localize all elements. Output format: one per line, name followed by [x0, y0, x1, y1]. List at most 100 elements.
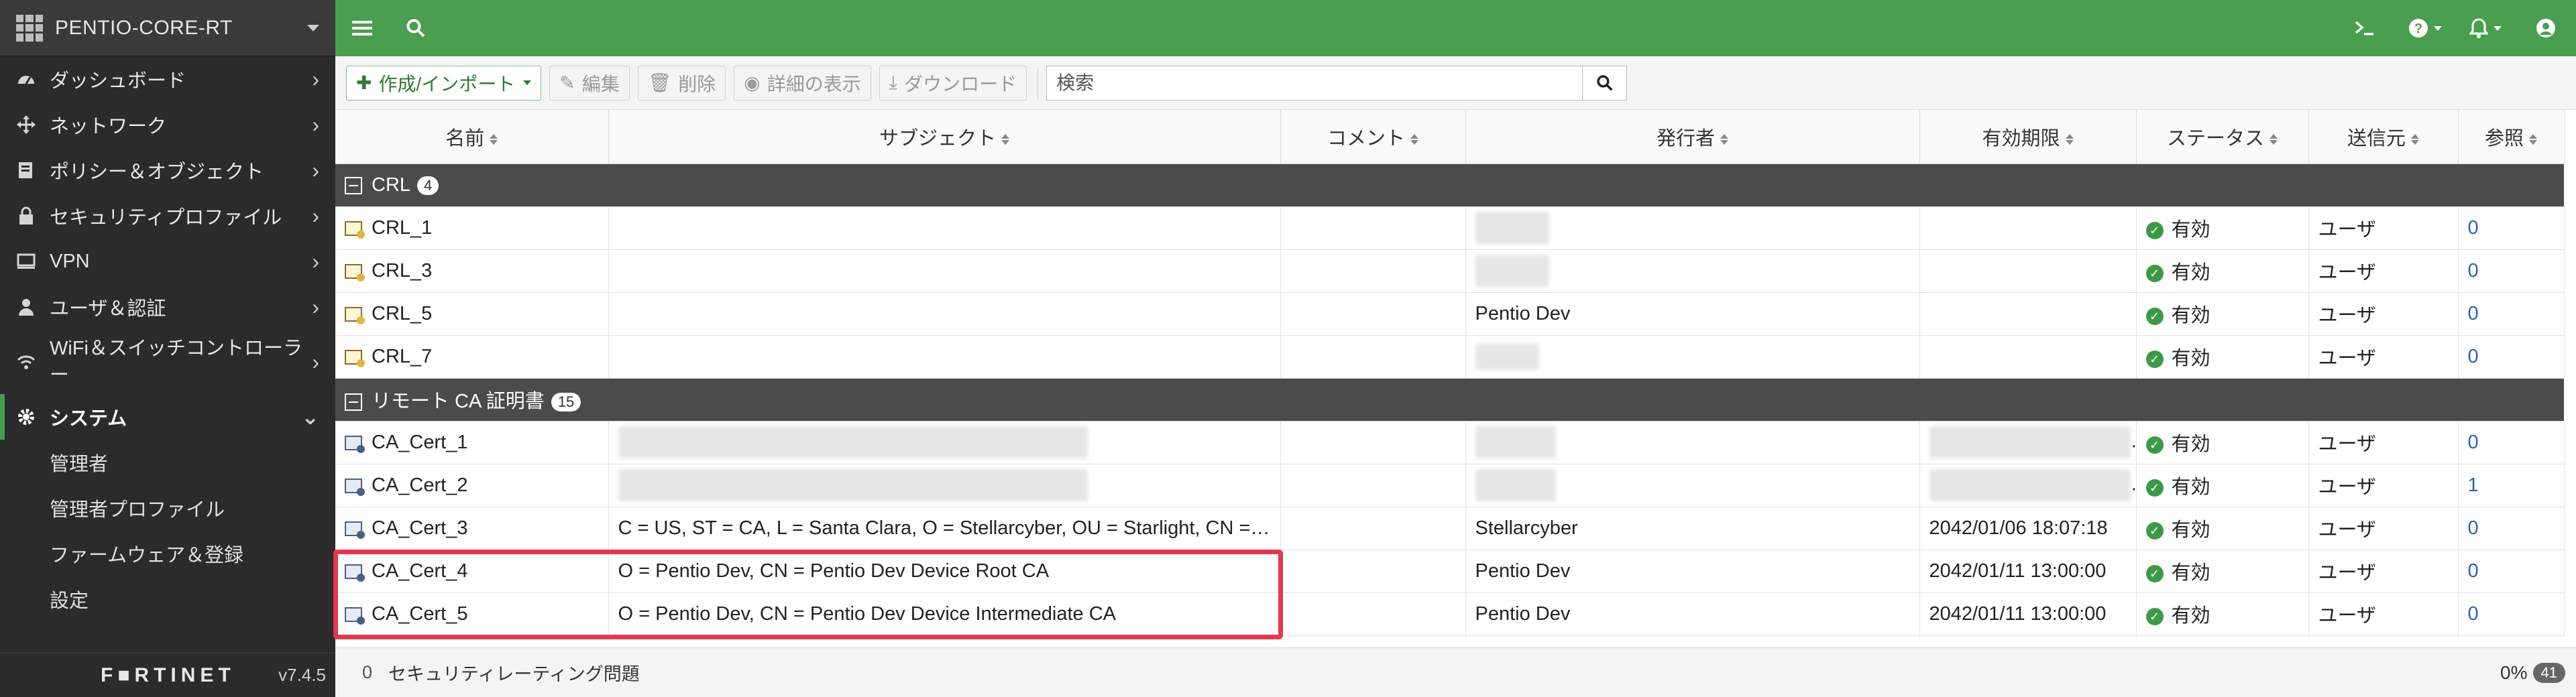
cell-references[interactable]: 0: [2458, 592, 2565, 636]
sidebar-subitem-firmware[interactable]: ファームウェア＆登録: [0, 531, 335, 576]
status-footer: 0 セキュリティレーティング問題 0% 41: [335, 647, 2576, 697]
network-icon: [15, 115, 38, 135]
search-input[interactable]: [1046, 65, 1583, 101]
edit-button[interactable]: ✎ 編集: [549, 65, 630, 101]
cell-expiry: [1919, 249, 2137, 293]
cell-references[interactable]: 0: [2458, 335, 2565, 379]
cell-issuer: [1465, 249, 1920, 293]
help-menu-button[interactable]: ?: [2395, 0, 2455, 56]
cell-name: CA_Cert_1: [335, 421, 609, 464]
sort-icon: [2270, 134, 2278, 145]
column-header-status[interactable]: ステータス: [2136, 110, 2309, 164]
table-row[interactable]: CRL_5 Pentio Dev ✓ 有効 ユーザ 0: [335, 292, 2565, 336]
device-selector[interactable]: PENTIO-CORE-RT: [0, 0, 335, 56]
delete-button[interactable]: 🗑 削除: [637, 65, 726, 101]
cell-references[interactable]: 0: [2458, 550, 2565, 593]
reference-count-link[interactable]: 0: [2468, 260, 2479, 281]
firmware-version: v7.4.5: [278, 665, 326, 685]
table-row[interactable]: CA_Cert_5 O = Pentio Dev, CN = Pentio De…: [335, 592, 2565, 636]
security-rating-issues-link[interactable]: セキュリティレーティング問題: [388, 659, 640, 686]
sidebar-item-dashboard[interactable]: ダッシュボード ›: [0, 56, 335, 102]
sidebar-item-policy-objects[interactable]: ポリシー＆オブジェクト ›: [0, 147, 335, 193]
cell-references[interactable]: 0: [2458, 206, 2565, 250]
table-row[interactable]: CA_Cert_2 ✓ 有効 ユーザ 1: [335, 464, 2565, 507]
sidebar-item-security-profiles[interactable]: セキュリティプロファイル ›: [0, 193, 335, 239]
column-header-references[interactable]: 参照: [2458, 110, 2565, 164]
search-button[interactable]: [1583, 65, 1628, 101]
cell-comment: [1280, 507, 1466, 550]
status-text: 有効: [2171, 562, 2210, 584]
create-import-button[interactable]: ✚ 作成/インポート: [346, 65, 542, 101]
column-header-label: コメント: [1327, 127, 1405, 149]
show-details-button[interactable]: ◉ 詳細の表示: [734, 65, 871, 101]
sidebar-item-user-auth[interactable]: ユーザ＆認証 ›: [0, 284, 335, 330]
reference-count-link[interactable]: 1: [2468, 474, 2479, 496]
chevron-right-icon: ›: [312, 66, 319, 91]
group-header-crl[interactable]: CRL 4: [335, 164, 2564, 207]
table-row[interactable]: CRL_3 ✓ 有効 ユーザ 0: [335, 249, 2565, 293]
column-header-issuer[interactable]: 発行者: [1465, 110, 1920, 164]
table-row[interactable]: CA_Cert_4 O = Pentio Dev, CN = Pentio De…: [335, 550, 2565, 593]
sidebar-item-vpn[interactable]: VPN ›: [0, 239, 335, 284]
collapse-icon[interactable]: [345, 176, 362, 194]
cell-comment: [1280, 335, 1466, 379]
terminal-icon: [2355, 21, 2373, 36]
cell-source: ユーザ: [2308, 550, 2459, 593]
column-header-comment[interactable]: コメント: [1280, 110, 1466, 164]
menu-toggle-button[interactable]: [335, 0, 389, 56]
certificate-icon: [345, 478, 365, 496]
download-button[interactable]: ⤓ ダウンロード: [879, 65, 1027, 101]
sidebar-subitem-settings[interactable]: 設定: [0, 576, 335, 622]
cell-issuer: [1465, 421, 1920, 464]
sidebar-subitem-administrators[interactable]: 管理者: [0, 440, 335, 485]
user-menu-button[interactable]: [2516, 0, 2576, 56]
redacted-block: [1929, 469, 2131, 501]
sidebar-item-network[interactable]: ネットワーク ›: [0, 102, 335, 147]
chevron-right-icon: ›: [312, 349, 319, 374]
sidebar-subitem-admin-profiles[interactable]: 管理者プロファイル: [0, 485, 335, 531]
cell-references[interactable]: 0: [2458, 507, 2565, 550]
cell-comment: [1280, 421, 1466, 464]
column-header-label: 名前: [445, 127, 485, 149]
brand-logo: F■RTINET: [101, 663, 235, 686]
cell-references[interactable]: 0: [2458, 421, 2565, 464]
cell-status: ✓ 有効: [2136, 592, 2309, 636]
column-header-label: ステータス: [2166, 127, 2264, 149]
table-row[interactable]: CA_Cert_3 C = US, ST = CA, L = Santa Cla…: [335, 507, 2565, 550]
global-search-button[interactable]: [389, 0, 443, 56]
sidebar-item-wifi-switch[interactable]: WiFi＆スイッチコントローラー ›: [0, 330, 335, 394]
cell-status: ✓ 有効: [2136, 292, 2309, 336]
reference-count-link[interactable]: 0: [2468, 303, 2479, 324]
table-row[interactable]: CA_Cert_1 ✓ 有効 ユーザ 0: [335, 421, 2565, 464]
cell-source: ユーザ: [2308, 592, 2459, 636]
cell-references[interactable]: 0: [2458, 249, 2565, 293]
reference-count-link[interactable]: 0: [2468, 603, 2479, 625]
sort-icon: [2065, 134, 2074, 145]
table-row[interactable]: CRL_1 ✓ 有効 ユーザ 0: [335, 206, 2565, 250]
cli-console-button[interactable]: [2335, 0, 2395, 56]
app-window: PENTIO-CORE-RT ダッシュボード › ネットワーク › ポリシー＆オ…: [0, 0, 2576, 697]
reference-count-link[interactable]: 0: [2468, 560, 2479, 582]
cell-references[interactable]: 1: [2458, 464, 2565, 507]
cell-status: ✓ 有効: [2136, 249, 2309, 293]
crl-icon: [345, 349, 365, 367]
column-header-name[interactable]: 名前: [335, 110, 609, 164]
reference-count-link[interactable]: 0: [2468, 517, 2479, 539]
cell-source: ユーザ: [2308, 249, 2459, 293]
table-row[interactable]: CRL_7 ✓ 有効 ユーザ 0: [335, 335, 2565, 379]
cell-subject: C = US, ST = CA, L = Santa Clara, O = St…: [608, 507, 1281, 550]
column-header-subject[interactable]: サブジェクト: [608, 110, 1281, 164]
reference-count-link[interactable]: 0: [2468, 432, 2479, 453]
notifications-button[interactable]: [2455, 0, 2516, 56]
group-header-remote-ca[interactable]: リモート CA 証明書 15: [335, 378, 2564, 422]
reference-count-link[interactable]: 0: [2468, 217, 2479, 239]
column-header-source[interactable]: 送信元: [2308, 110, 2459, 164]
reference-count-link[interactable]: 0: [2468, 346, 2479, 367]
sidebar-item-system[interactable]: システム ⌄: [0, 394, 335, 440]
cell-references[interactable]: 0: [2458, 292, 2565, 336]
sort-icon: [2411, 134, 2419, 145]
collapse-icon[interactable]: [345, 393, 362, 411]
cell-name-text: CA_Cert_1: [372, 431, 468, 453]
column-header-expiry[interactable]: 有効期限: [1919, 110, 2137, 164]
cell-expiry: [1919, 421, 2137, 464]
